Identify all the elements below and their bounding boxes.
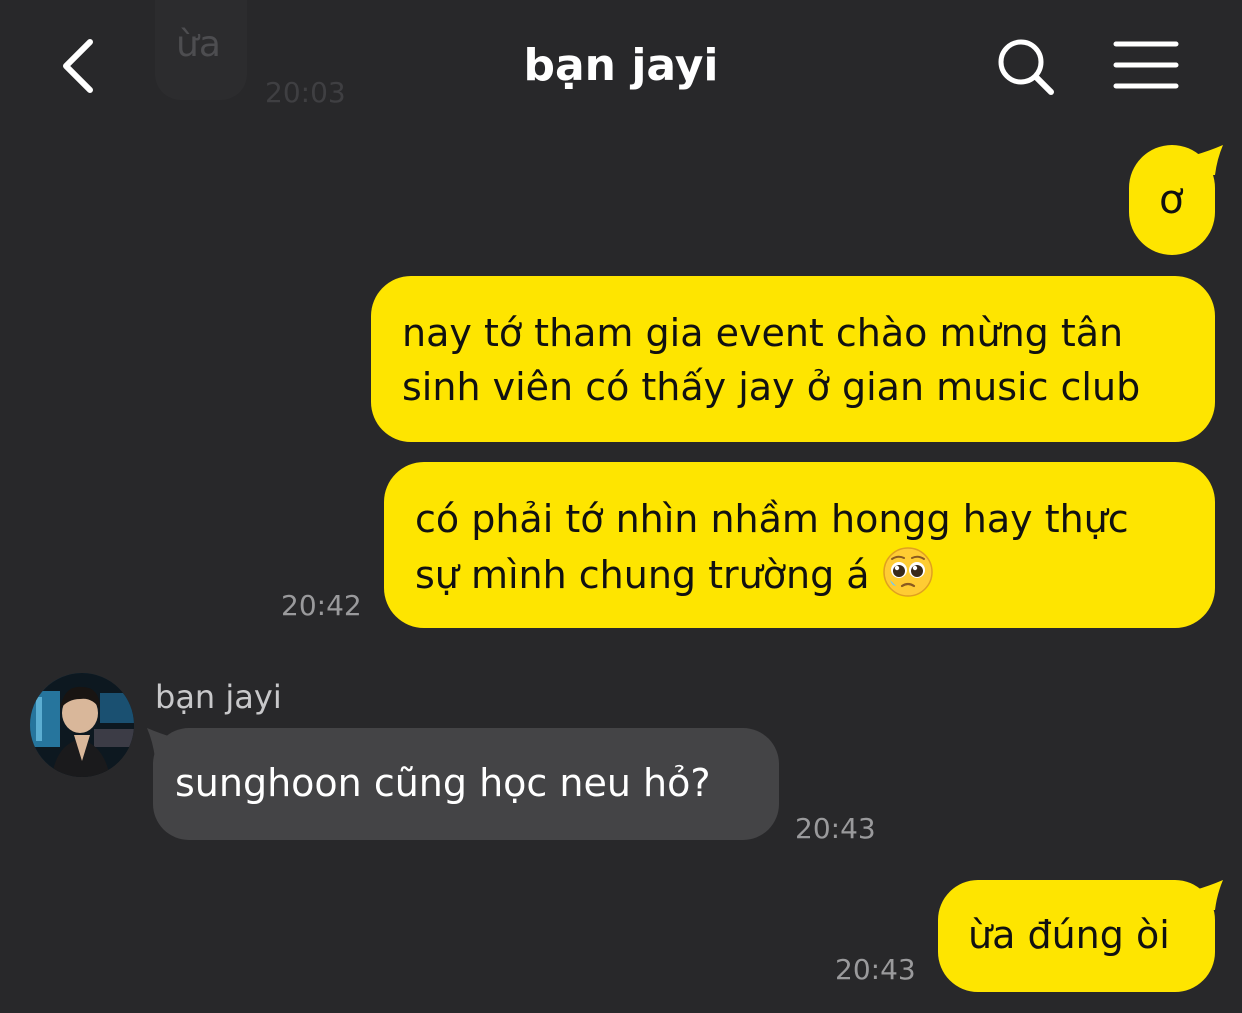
message-timestamp: 20:43 [795, 812, 876, 845]
scrolled-message-time: 20:03 [265, 76, 346, 109]
message-text: ừa đúng òi [968, 913, 1170, 957]
message-text-line: sự mình chung trường á [415, 546, 934, 602]
bubble-tail [1195, 145, 1223, 175]
message-text-line: nay tớ tham gia event chào mừng tân [402, 311, 1124, 355]
message-bubble[interactable]: nay tớ tham gia event chào mừng tân sinh… [371, 276, 1215, 442]
message-timestamp: 20:42 [281, 589, 362, 622]
bubble-tail [1195, 880, 1223, 910]
avatar-photo [30, 673, 134, 777]
pleading-face-emoji [882, 547, 933, 597]
avatar[interactable] [30, 673, 134, 777]
message-text-line: có phải tớ nhìn nhầm hongg hay thực [415, 497, 1129, 541]
chevron-left-icon [63, 39, 93, 93]
menu-button[interactable] [1112, 38, 1180, 92]
sender-name: bạn jayi [155, 678, 282, 716]
scrolled-message-text: ừa [176, 24, 221, 65]
message-text: sunghoon cũng học neu hỏ? [175, 761, 711, 805]
message-text-line: sinh viên có thấy jay ở gian music club [402, 365, 1141, 409]
chat-title: bạn jayi [523, 40, 719, 91]
message-bubble[interactable]: sunghoon cũng học neu hỏ? [153, 728, 779, 840]
message-bubble[interactable]: có phải tớ nhìn nhầm hongg hay thực sự m… [384, 462, 1215, 628]
search-icon [998, 39, 1054, 95]
chat-header: ừa 20:03 bạn jayi [0, 0, 1242, 130]
back-button[interactable] [52, 34, 108, 98]
message-text: sự mình chung trường á [415, 553, 870, 597]
message-text: ơ [1159, 177, 1184, 223]
message-bubble[interactable]: ừa đúng òi [938, 880, 1215, 992]
search-button[interactable] [995, 36, 1057, 98]
message-timestamp: 20:43 [835, 953, 916, 986]
menu-icon [1113, 41, 1179, 89]
